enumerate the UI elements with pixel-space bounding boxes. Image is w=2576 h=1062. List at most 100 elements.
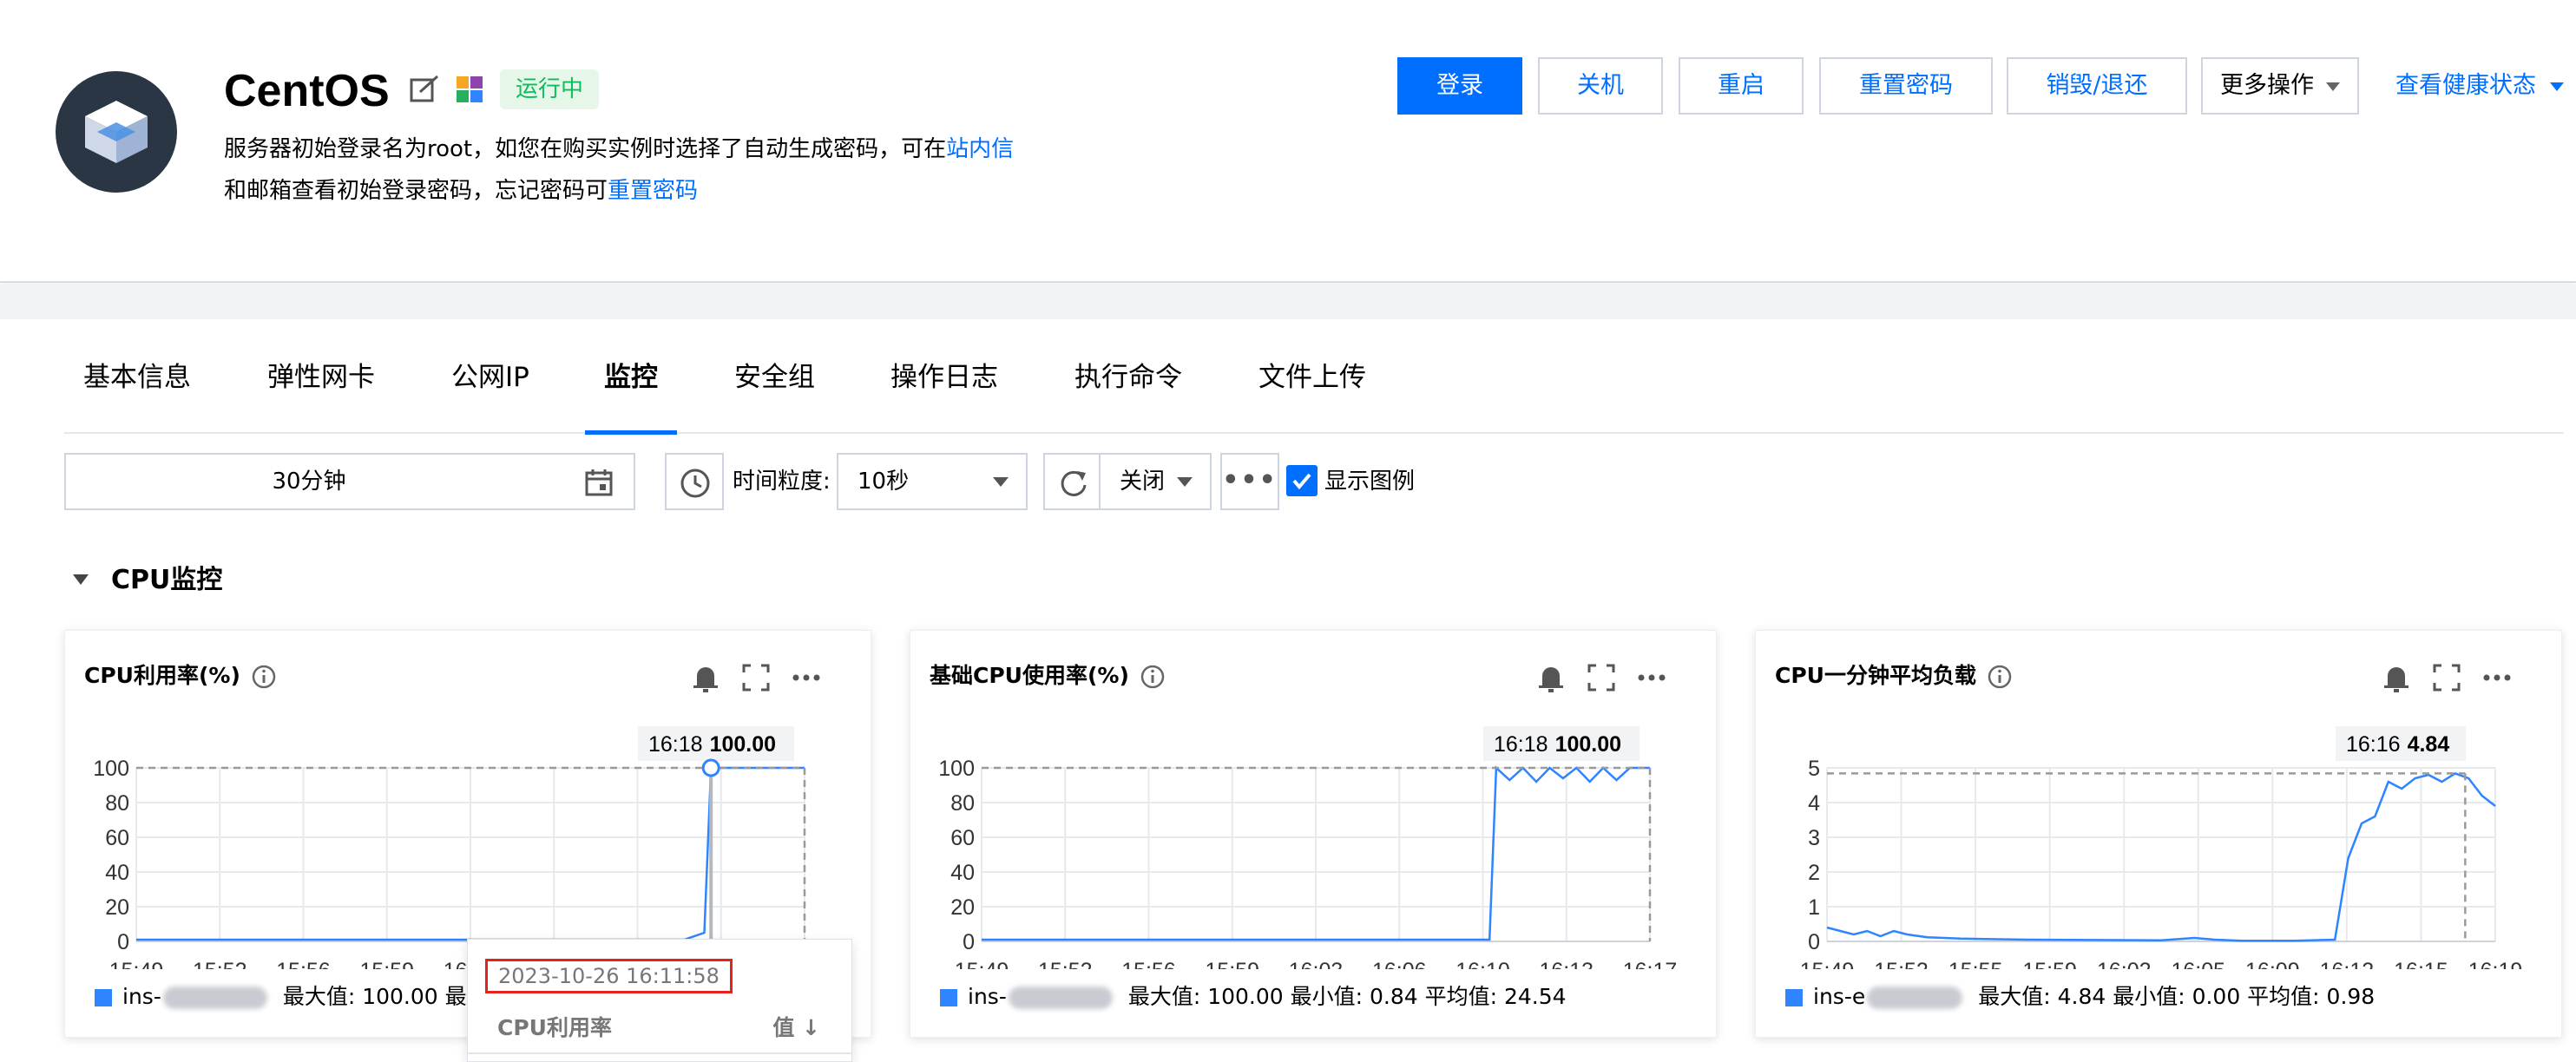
peak-label-text: 16:18 100.00 xyxy=(648,732,776,757)
edit-icon[interactable] xyxy=(408,73,441,106)
status-badge: 运行中 xyxy=(500,69,600,109)
inbox-link[interactable]: 站内信 xyxy=(946,136,1014,162)
legend-instance-id: ins-e xyxy=(1813,984,1866,1009)
y-tick-label: 100 xyxy=(93,757,129,781)
x-tick-label: 16:09 xyxy=(2245,959,2300,969)
x-tick-label: 15:49 xyxy=(109,959,164,969)
bell-icon[interactable] xyxy=(1534,660,1568,695)
chart-tooltip: 2023-10-26 16:11:58 CPU利用率 值 ↓ xyxy=(467,939,852,1062)
chart-card-cpu-load: CPU一分钟平均负载 0 1 2 3 4 5 15:49 15:52 15:55 15:59 16:0… xyxy=(1755,630,2562,1038)
more-actions-dropdown[interactable]: 更多操作 xyxy=(2201,57,2359,115)
bell-icon[interactable] xyxy=(688,660,723,695)
granularity-value: 10秒 xyxy=(858,469,910,495)
chevron-down-icon xyxy=(2550,82,2564,91)
y-tick-label: 4 xyxy=(1808,791,1820,816)
restart-button[interactable]: 重启 xyxy=(1679,57,1804,115)
more-icon[interactable] xyxy=(789,660,824,695)
y-tick-label: 0 xyxy=(117,930,129,954)
granularity-select[interactable]: 10秒 xyxy=(837,453,1028,510)
y-tick-label: 1 xyxy=(1808,895,1820,920)
checkmark-icon xyxy=(1292,473,1311,490)
tab-security-group[interactable]: 安全组 xyxy=(734,344,815,434)
chart-title: 基础CPU使用率(%) xyxy=(930,660,1166,692)
fullscreen-icon[interactable] xyxy=(2429,660,2464,695)
time-range-picker[interactable]: 30分钟 xyxy=(64,453,635,510)
tab-file-upload[interactable]: 文件上传 xyxy=(1258,344,1366,434)
info-icon[interactable] xyxy=(251,664,277,690)
show-legend-checkbox[interactable] xyxy=(1286,465,1318,496)
more-icon[interactable] xyxy=(2480,660,2514,695)
chart-title: CPU利用率(%) xyxy=(84,660,277,692)
collapse-caret-icon[interactable] xyxy=(73,574,89,585)
login-info-text-2: 和邮箱查看初始登录密码，忘记密码可 xyxy=(224,178,608,204)
os-logo-icon xyxy=(457,76,483,102)
chart-legend[interactable]: ins- 最大值: 100.00 最小 xyxy=(95,980,489,1014)
x-tick-label: 16:02 xyxy=(2097,959,2152,969)
clock-button[interactable] xyxy=(665,453,724,510)
bell-icon[interactable] xyxy=(2379,660,2414,695)
y-tick-label: 40 xyxy=(105,861,129,885)
line-chart: 0 20 40 60 80 100 15:49 15:52 15:56 15:59 16:03 16:… xyxy=(938,726,1678,969)
info-icon[interactable] xyxy=(1987,664,2013,690)
instance-title: CentOS xyxy=(224,66,390,116)
x-tick-label: 15:59 xyxy=(2022,959,2077,969)
destroy-button[interactable]: 销毁/退还 xyxy=(2007,57,2187,115)
y-tick-label: 0 xyxy=(963,930,975,954)
x-tick-label: 16:10 xyxy=(1456,959,1510,969)
tab-eni[interactable]: 弹性网卡 xyxy=(267,344,375,434)
chart-title-text: CPU利用率(%) xyxy=(84,663,240,688)
x-tick-label: 15:49 xyxy=(955,959,1009,969)
chart-title: CPU一分钟平均负载 xyxy=(1775,660,2013,692)
legend-swatch xyxy=(940,989,957,1006)
more-options-button[interactable]: ••• xyxy=(1220,453,1279,510)
x-tick-label: 15:49 xyxy=(1800,959,1855,969)
series-line xyxy=(1826,772,2496,942)
more-actions-label: 更多操作 xyxy=(2220,72,2314,99)
tab-run-command[interactable]: 执行命令 xyxy=(1074,344,1182,434)
y-tick-label: 2 xyxy=(1808,861,1820,885)
chart-legend[interactable]: ins-e 最大值: 4.84 最小值: 0.00 平均值: 0.98 xyxy=(1785,980,2375,1014)
x-tick-label: 16:17 xyxy=(1623,959,1678,969)
chart-title-text: CPU一分钟平均负载 xyxy=(1775,663,1976,688)
peak-time: 16:18 xyxy=(1494,732,1548,757)
peak-label-text: 16:16 4.84 xyxy=(2346,732,2449,757)
peak-value: 4.84 xyxy=(2408,732,2450,757)
peak-time: 16:16 xyxy=(2346,732,2401,757)
tab-operation-log[interactable]: 操作日志 xyxy=(890,344,998,434)
tab-monitoring[interactable]: 监控 xyxy=(604,344,658,434)
tooltip-value-header[interactable]: 值 ↓ xyxy=(772,1011,820,1042)
y-tick-label: 60 xyxy=(105,826,129,850)
x-tick-label: 15:59 xyxy=(359,959,414,969)
more-icon[interactable] xyxy=(1634,660,1669,695)
y-tick-label: 60 xyxy=(950,826,975,850)
info-icon[interactable] xyxy=(1140,664,1166,690)
reset-password-button[interactable]: 重置密码 xyxy=(1819,57,1993,115)
refresh-icon xyxy=(1061,470,1087,496)
legend-swatch xyxy=(1785,989,1803,1006)
refresh-button[interactable] xyxy=(1043,453,1101,510)
y-tick-label: 0 xyxy=(1808,930,1820,954)
fullscreen-icon[interactable] xyxy=(739,660,773,695)
tab-public-ip[interactable]: 公网IP xyxy=(451,344,529,434)
x-tick-label: 15:56 xyxy=(276,959,331,969)
legend-stats: 最大值: 100.00 最小 xyxy=(282,984,489,1009)
server-logo-icon xyxy=(56,71,177,193)
hover-point xyxy=(701,758,720,777)
peak-value: 100.00 xyxy=(710,732,776,757)
login-info-line2: 和邮箱查看初始登录密码，忘记密码可重置密码 xyxy=(224,174,698,208)
shutdown-button[interactable]: 关机 xyxy=(1538,57,1663,115)
peak-label: 16:16 4.84 xyxy=(2336,726,2466,761)
x-tick-label: 15:52 xyxy=(1038,959,1093,969)
granularity-label: 时间粒度: xyxy=(733,469,831,495)
chart-actions xyxy=(688,660,844,695)
x-tick-label: 16:12 xyxy=(2320,959,2375,969)
health-status-link[interactable]: 查看健康状态 xyxy=(2395,57,2564,115)
reset-password-link[interactable]: 重置密码 xyxy=(608,178,698,204)
y-tick-label: 40 xyxy=(950,861,975,885)
login-button[interactable]: 登录 xyxy=(1397,57,1522,115)
tab-basic-info[interactable]: 基本信息 xyxy=(83,344,191,434)
auto-refresh-select[interactable]: 关闭 xyxy=(1099,453,1212,510)
chart-legend[interactable]: ins- 最大值: 100.00 最小值: 0.84 平均值: 24.54 xyxy=(940,980,1567,1014)
calendar-icon xyxy=(585,469,613,496)
fullscreen-icon[interactable] xyxy=(1584,660,1619,695)
